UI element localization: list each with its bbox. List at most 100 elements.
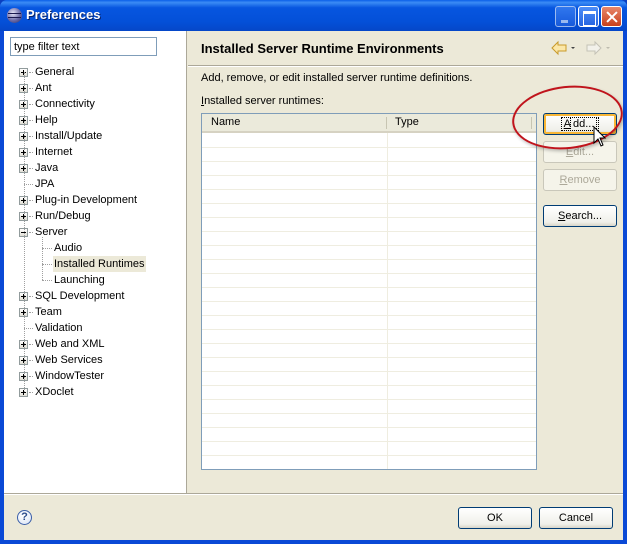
row-gridline — [202, 217, 536, 218]
back-button[interactable] — [550, 40, 580, 56]
preference-tree-pane: General Ant Connectivity Help Install/Update… — [4, 31, 187, 493]
tree-item-label: Installed Runtimes — [53, 256, 146, 272]
table-label: Installed server runtimes: — [201, 95, 324, 107]
preferences-window: Preferences General Ant Connectivity Help In… — [0, 0, 627, 544]
tree-connector — [42, 237, 43, 280]
column-header-name[interactable]: Name — [202, 114, 386, 131]
row-gridline — [202, 441, 536, 442]
row-gridline — [202, 357, 536, 358]
back-arrow-icon — [551, 40, 567, 56]
tree-item-label: Validation — [35, 322, 83, 334]
close-button[interactable] — [601, 6, 622, 27]
tree-connector — [29, 392, 33, 393]
forward-button[interactable] — [585, 40, 615, 56]
tree-connector — [29, 312, 33, 313]
row-gridline — [202, 399, 536, 400]
maximize-button[interactable] — [578, 6, 599, 27]
tree-connector — [29, 360, 33, 361]
tree-item[interactable]: Ant — [4, 80, 187, 96]
tree-connector — [29, 376, 33, 377]
tree-connector — [29, 120, 33, 121]
row-gridline — [202, 189, 536, 190]
row-gridline — [202, 385, 536, 386]
cancel-button[interactable]: Cancel — [539, 507, 613, 529]
forward-dropdown-icon — [606, 47, 610, 49]
tree-connector — [29, 88, 33, 89]
preference-tree: General Ant Connectivity Help Install/Update… — [4, 64, 187, 400]
row-gridline — [202, 469, 536, 470]
back-dropdown-icon — [571, 47, 575, 49]
tree-item[interactable]: Run/Debug — [4, 208, 187, 224]
tree-item[interactable]: SQL Development — [4, 288, 187, 304]
tree-connector — [29, 104, 33, 105]
tree-connector — [29, 216, 33, 217]
mouse-cursor-icon — [593, 126, 607, 147]
row-gridline — [202, 203, 536, 204]
tree-item-label: Connectivity — [35, 98, 95, 110]
tree-item-label: Help — [35, 114, 58, 126]
row-gridline — [202, 231, 536, 232]
tree-item[interactable]: XDoclet — [4, 384, 187, 400]
tree-connector — [24, 72, 25, 392]
row-gridline — [202, 245, 536, 246]
minimize-button[interactable] — [555, 6, 576, 27]
tree-item-label: Install/Update — [35, 130, 103, 142]
tree-connector — [24, 184, 33, 185]
row-gridline — [202, 147, 536, 148]
tree-item[interactable]: JPA — [4, 176, 187, 192]
tree-item-label: Team — [35, 306, 62, 318]
tree-connector — [29, 200, 33, 201]
remove-button[interactable]: Remove — [543, 169, 617, 191]
row-gridline — [202, 287, 536, 288]
tree-item-label: Launching — [54, 274, 105, 286]
row-gridline — [202, 371, 536, 372]
page-description: Add, remove, or edit installed server ru… — [201, 72, 473, 84]
tree-item-label: XDoclet — [35, 386, 74, 398]
search-button[interactable]: Search... — [543, 205, 617, 227]
tree-item-label: JPA — [35, 178, 55, 190]
tree-item[interactable]: Install/Update — [4, 128, 187, 144]
tree-item[interactable]: Installed Runtimes — [4, 256, 187, 272]
title-separator — [188, 65, 623, 67]
tree-item[interactable]: Plug-in Development — [4, 192, 187, 208]
tree-item-label: WindowTester — [35, 370, 105, 382]
tree-item-label: Ant — [35, 82, 52, 94]
row-gridline — [202, 161, 536, 162]
runtimes-table[interactable]: Name Type — [201, 113, 537, 470]
tree-item-label: Audio — [54, 242, 83, 254]
tree-item-label: Run/Debug — [35, 210, 91, 222]
title-bar[interactable]: Preferences — [0, 0, 627, 31]
tree-item-label: Web and XML — [35, 338, 105, 350]
tree-item[interactable]: Web Services — [4, 352, 187, 368]
filter-input[interactable] — [10, 37, 157, 56]
tree-item[interactable]: Help — [4, 112, 187, 128]
tree-item-label: Java — [35, 162, 59, 174]
tree-item[interactable]: Internet — [4, 144, 187, 160]
tree-item-label: Server — [35, 226, 68, 238]
tree-connector — [29, 152, 33, 153]
tree-item[interactable]: WindowTester — [4, 368, 187, 384]
tree-item[interactable]: Server — [4, 224, 187, 240]
ok-button[interactable]: OK — [458, 507, 532, 529]
tree-item[interactable]: Java — [4, 160, 187, 176]
row-gridline — [202, 455, 536, 456]
tree-connector — [24, 328, 33, 329]
tree-connector — [29, 72, 33, 73]
tree-connector — [29, 168, 33, 169]
tree-item[interactable]: Web and XML — [4, 336, 187, 352]
eclipse-icon — [7, 8, 22, 23]
page-title: Installed Server Runtime Environments — [201, 41, 444, 56]
help-icon[interactable]: ? — [17, 510, 32, 525]
tree-item-label: SQL Development — [35, 290, 125, 302]
forward-arrow-icon — [586, 40, 602, 56]
row-gridline — [202, 427, 536, 428]
tree-item[interactable]: Connectivity — [4, 96, 187, 112]
tree-item[interactable]: Audio — [4, 240, 187, 256]
tree-item[interactable]: Launching — [4, 272, 187, 288]
tree-connector — [42, 280, 52, 281]
tree-item[interactable]: General — [4, 64, 187, 80]
dialog-client: General Ant Connectivity Help Install/Update… — [4, 31, 626, 540]
tree-connector — [42, 248, 52, 249]
tree-item[interactable]: Team — [4, 304, 187, 320]
tree-item[interactable]: Validation — [4, 320, 187, 336]
